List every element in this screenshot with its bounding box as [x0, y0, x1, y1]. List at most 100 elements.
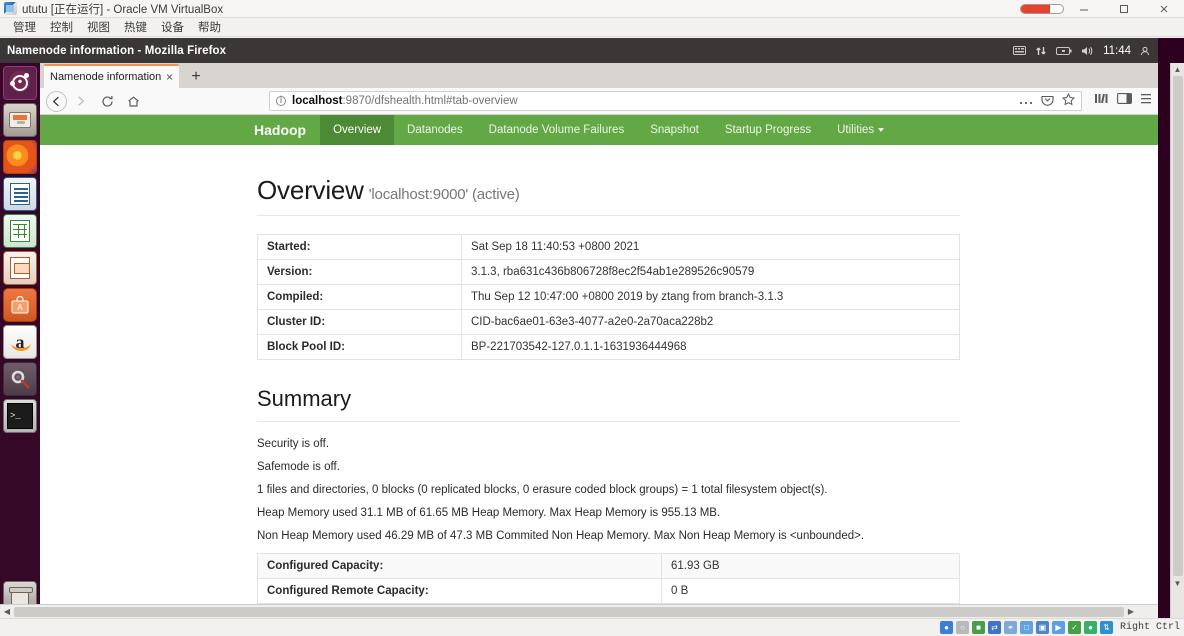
- usb-icon[interactable]: ⚭: [1003, 621, 1017, 634]
- display-icon[interactable]: ▣: [1035, 621, 1049, 634]
- panel-clock[interactable]: 11:44: [1103, 45, 1131, 57]
- overview-key-block-pool-id: Block Pool ID:: [257, 334, 462, 360]
- keyboard-input-icon[interactable]: [1013, 45, 1027, 56]
- menu-item-control[interactable]: 控制: [43, 18, 80, 36]
- menu-item-manage[interactable]: 管理: [6, 18, 43, 36]
- nav-item-datanodes[interactable]: Datanodes: [394, 115, 476, 145]
- launcher-item-amazon[interactable]: a: [3, 325, 37, 359]
- home-button[interactable]: [121, 90, 145, 112]
- minimize-button[interactable]: [1064, 0, 1104, 18]
- page-title: Overview'localhost:9000' (active): [257, 175, 1158, 206]
- reload-button[interactable]: [95, 90, 119, 112]
- page-info-icon[interactable]: i: [276, 96, 286, 106]
- vertical-scrollbar-thumb[interactable]: [1172, 76, 1183, 576]
- nav-item-datanode-volume-failures[interactable]: Datanode Volume Failures: [476, 115, 638, 145]
- capacity-value-configured-remote-capacity: 0 B: [661, 578, 960, 604]
- summary-line-heap-memory: Heap Memory used 31.1 MB of 61.65 MB Hea…: [257, 507, 721, 519]
- guest-additions-icon[interactable]: ✓: [1067, 621, 1081, 634]
- network-icon[interactable]: [1035, 45, 1047, 57]
- host-key-icon[interactable]: ⇅: [1099, 621, 1113, 634]
- sidebar-icon[interactable]: [1117, 92, 1132, 110]
- overview-key-version: Version:: [257, 259, 462, 285]
- terminal-prompt-glyph: >_: [7, 403, 33, 429]
- nav-item-utilities-label: Utilities: [837, 124, 875, 136]
- table-row: Cluster ID: CID-bac6ae01-63e3-4077-a2e0-…: [257, 309, 960, 335]
- page-actions-icon[interactable]: [1019, 94, 1033, 108]
- horizontal-scrollbar-thumb[interactable]: [14, 606, 1124, 617]
- menu-item-help[interactable]: 帮助: [191, 18, 228, 36]
- virtualbox-app-icon: [4, 2, 17, 15]
- shared-folders-icon[interactable]: □: [1019, 621, 1033, 634]
- summary-heading: Summary: [257, 386, 352, 411]
- scroll-left-arrow[interactable]: ◀: [0, 607, 14, 616]
- page-viewport: Hadoop Overview Datanodes Datanode Volum…: [40, 115, 1158, 618]
- virtualbox-statusbar: ● ○ ■ ⇄ ⚭ □ ▣ ▶ ✓ ● ⇅ Right Ctrl: [0, 618, 1184, 636]
- firefox-tabbar: Namenode information × +: [40, 63, 1158, 88]
- vertical-scrollbar[interactable]: ▲ ▼: [1170, 63, 1184, 618]
- page-title-subtext: 'localhost:9000' (active): [368, 186, 520, 203]
- url-path: :9870/dfshealth.html#tab-overview: [342, 95, 518, 107]
- session-menu-icon[interactable]: [1140, 46, 1150, 56]
- virtualbox-window: ututu [正在运行] - Oracle VM VirtualBox 管理 控…: [0, 0, 1184, 636]
- capacity-key-configured-capacity: Configured Capacity:: [257, 553, 662, 579]
- capacity-key-configured-remote-capacity: Configured Remote Capacity:: [257, 578, 662, 604]
- hamburger-menu-icon[interactable]: [1140, 92, 1152, 110]
- menu-item-view[interactable]: 视图: [80, 18, 117, 36]
- close-button[interactable]: [1144, 0, 1184, 18]
- launcher-item-libreoffice-impress[interactable]: [3, 251, 37, 285]
- nav-item-overview[interactable]: Overview: [320, 115, 395, 145]
- overview-key-started: Started:: [257, 234, 462, 260]
- forward-button[interactable]: [69, 90, 93, 112]
- close-tab-icon[interactable]: ×: [162, 70, 173, 84]
- optical-disk-icon[interactable]: ○: [955, 621, 969, 634]
- scroll-up-arrow[interactable]: ▲: [1174, 63, 1182, 75]
- launcher-item-files[interactable]: [3, 103, 37, 137]
- horizontal-scrollbar[interactable]: ◀ ▶: [0, 604, 1158, 618]
- launcher-item-ubuntu-dash[interactable]: [3, 66, 37, 100]
- svg-text:A: A: [17, 303, 23, 312]
- menu-item-devices[interactable]: 设备: [154, 18, 191, 36]
- chevron-down-icon: [878, 128, 885, 132]
- url-bar[interactable]: i localhost:9870/dfshealth.html#tab-over…: [269, 91, 1082, 111]
- launcher-item-terminal[interactable]: >_: [3, 399, 37, 433]
- pocket-icon[interactable]: [1041, 94, 1054, 109]
- summary-line-security: Security is off.: [257, 438, 330, 450]
- unity-launcher: A a >_: [0, 63, 40, 618]
- scroll-down-arrow[interactable]: ▼: [1174, 577, 1182, 589]
- amazon-glyph: a: [15, 332, 25, 352]
- launcher-item-system-settings[interactable]: [3, 362, 37, 396]
- launcher-item-software-center[interactable]: A: [3, 288, 37, 322]
- launcher-item-libreoffice-calc[interactable]: [3, 214, 37, 248]
- nav-item-utilities[interactable]: Utilities: [824, 115, 897, 145]
- browser-tab-namenode-information[interactable]: Namenode information ×: [44, 64, 179, 88]
- back-button[interactable]: [46, 90, 67, 112]
- network-adapter-icon[interactable]: ⇄: [987, 621, 1001, 634]
- overview-value-block-pool-id: BP-221703542-127.0.1.1-1631936444968: [461, 334, 960, 360]
- bookmark-star-icon[interactable]: [1061, 92, 1076, 109]
- table-row: Started: Sat Sep 18 11:40:53 +0800 2021: [257, 234, 960, 260]
- battery-icon[interactable]: [1056, 46, 1072, 56]
- launcher-item-libreoffice-writer[interactable]: [3, 177, 37, 211]
- nav-item-snapshot[interactable]: Snapshot: [637, 115, 712, 145]
- harddisk-icon[interactable]: ●: [939, 621, 953, 634]
- table-row: Block Pool ID: BP-221703542-127.0.1.1-16…: [257, 334, 960, 360]
- nav-item-startup-progress[interactable]: Startup Progress: [712, 115, 824, 145]
- new-tab-button[interactable]: +: [185, 66, 207, 88]
- hadoop-brand[interactable]: Hadoop: [240, 115, 320, 145]
- scroll-right-arrow[interactable]: ▶: [1124, 607, 1138, 616]
- host-key-label: Right Ctrl: [1119, 622, 1180, 633]
- library-icon[interactable]: [1094, 92, 1109, 110]
- overview-table: Started: Sat Sep 18 11:40:53 +0800 2021 …: [257, 234, 960, 360]
- window-controls: [1064, 0, 1184, 18]
- mouse-integration-icon[interactable]: ●: [1083, 621, 1097, 634]
- menu-item-hotkeys[interactable]: 热键: [117, 18, 154, 36]
- volume-icon[interactable]: [1081, 45, 1094, 57]
- video-capture-icon[interactable]: ▶: [1051, 621, 1065, 634]
- floppy-icon[interactable]: ■: [971, 621, 985, 634]
- firefox-window: Namenode information × + i localhost:987…: [40, 63, 1158, 618]
- launcher-item-firefox[interactable]: [3, 140, 37, 174]
- virtualbox-window-title: ututu [正在运行] - Oracle VM VirtualBox: [22, 3, 224, 16]
- summary-lines: Security is off. Safemode is off. 1 file…: [257, 438, 960, 542]
- maximize-button[interactable]: [1104, 0, 1144, 18]
- ubuntu-top-panel: Namenode information - Mozilla Firefox 1…: [0, 38, 1158, 63]
